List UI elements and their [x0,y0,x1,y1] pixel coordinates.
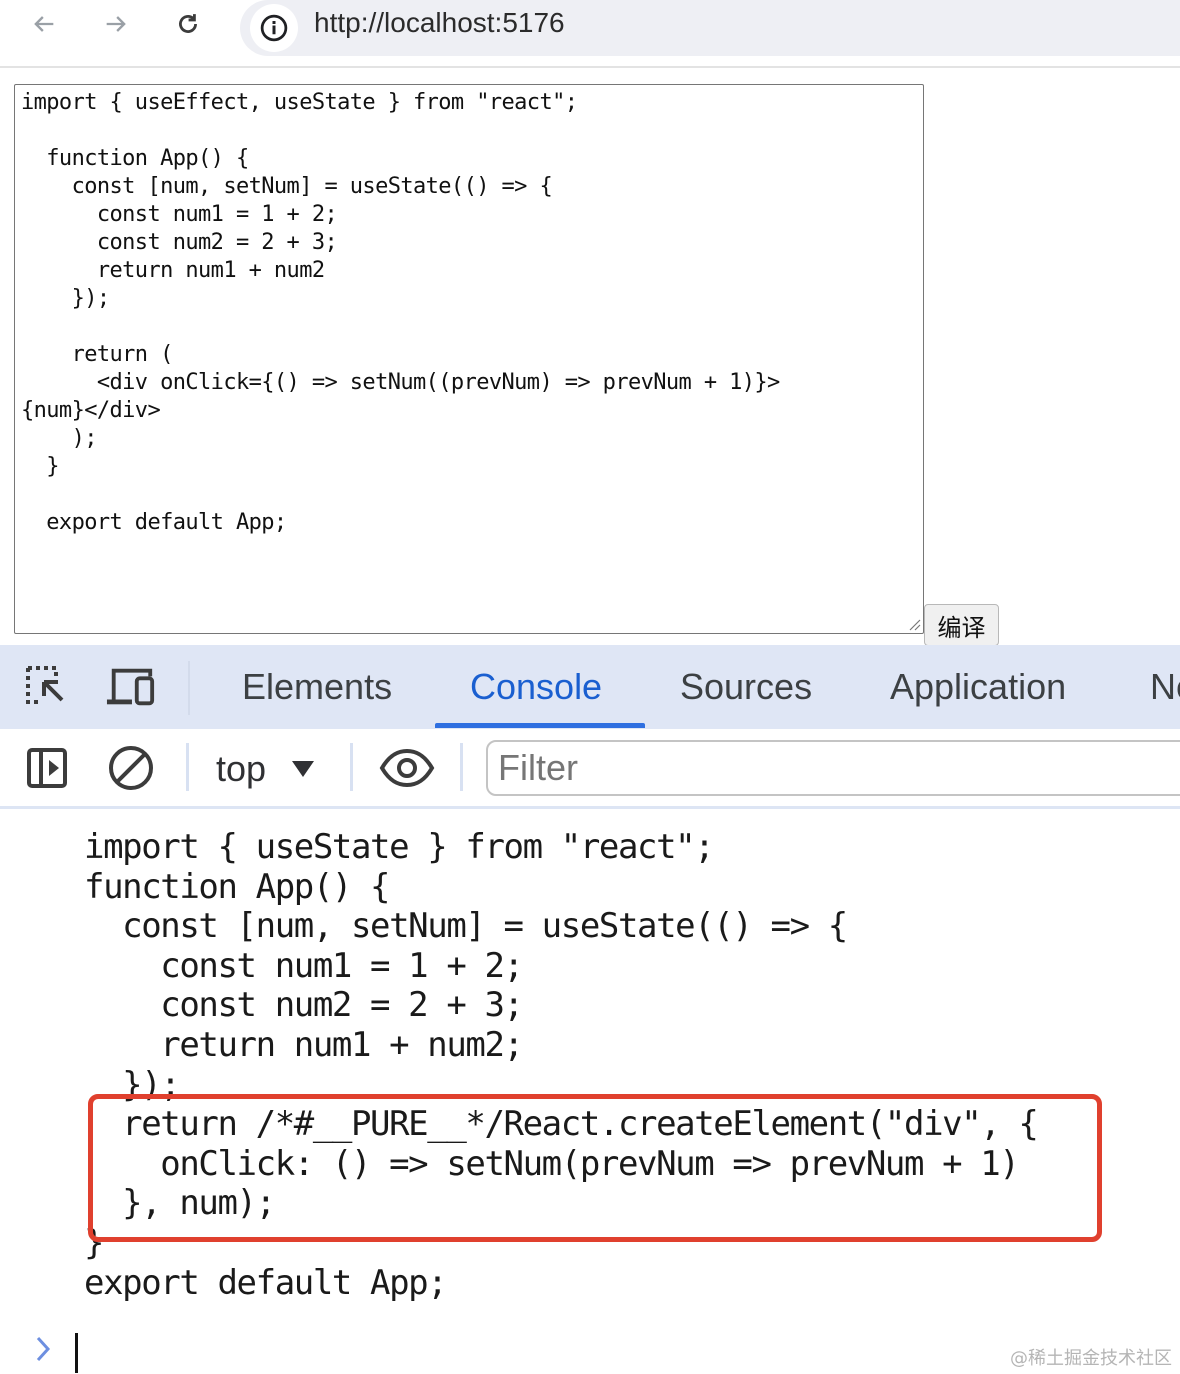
back-arrow-icon [34,16,54,32]
console-prompt-chevron-icon [36,1336,51,1362]
clear-console-button[interactable] [106,743,156,793]
sidebar-toggle-button[interactable] [22,743,72,793]
site-info-button[interactable] [250,4,298,52]
resize-handle-icon[interactable] [907,617,921,631]
tab-elements[interactable]: Elements [242,665,392,709]
active-tab-indicator [435,723,645,728]
browser-toolbar: http://localhost:5176 [0,0,1180,68]
back-button[interactable] [26,6,62,42]
address-bar[interactable]: http://localhost:5176 [240,0,1180,56]
devtools-tab-bar: Elements Console Sources Application Ne [0,645,1180,729]
sidebar-toggle-icon [27,748,67,788]
code-textarea[interactable]: import { useEffect, useState } from "rea… [14,84,924,634]
divider [460,743,463,791]
inspect-element-icon [26,666,64,704]
context-value: top [216,748,267,789]
forward-button[interactable] [98,6,134,42]
inspect-element-button[interactable] [22,663,72,711]
console-input-caret[interactable] [75,1333,78,1373]
divider [350,743,353,791]
context-selector[interactable]: top [216,745,315,793]
dropdown-caret-icon [292,761,315,777]
tab-sources[interactable]: Sources [680,665,812,709]
live-expression-button[interactable] [378,743,436,793]
watermark: @稀土掘金技术社区 [1010,1348,1172,1369]
tab-console[interactable]: Console [470,665,602,709]
filter-input[interactable]: Filter [486,740,1180,796]
device-toolbar-icon [106,668,155,706]
device-toolbar-button[interactable] [106,663,156,711]
tab-network[interactable]: Ne [1150,665,1180,709]
info-icon [260,14,288,42]
console-toolbar: top Filter [0,729,1180,809]
tab-application[interactable]: Application [890,665,1066,709]
divider [186,743,189,791]
url-text[interactable]: http://localhost:5176 [314,6,565,40]
forward-arrow-icon [106,16,126,32]
clear-console-icon [109,746,153,790]
compile-button[interactable]: 编译 [924,604,999,646]
highlight-annotation-box [88,1094,1102,1242]
live-expression-eye-icon [379,748,435,788]
reload-icon [179,14,197,33]
code-content[interactable]: import { useEffect, useState } from "rea… [21,89,780,537]
reload-button[interactable] [170,6,206,42]
divider [188,661,190,715]
